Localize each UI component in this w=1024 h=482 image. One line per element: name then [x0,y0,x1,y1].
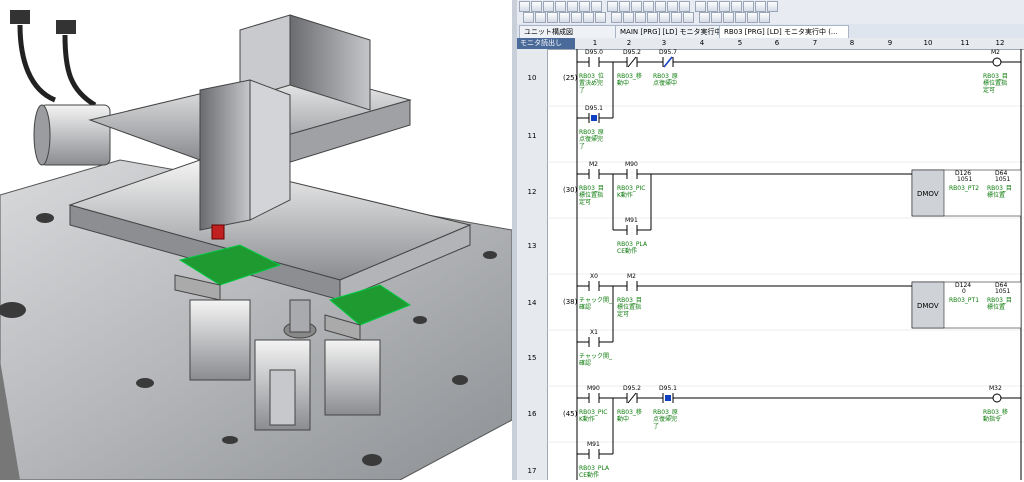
comment: 定可 [579,198,591,206]
grid-lines [547,105,1024,443]
instruction-name: DMOV [917,302,939,310]
contact-x0[interactable]: X0 [588,273,600,291]
instruction-name: DMOV [917,190,939,198]
device-label: M2 [991,49,1000,56]
comment: 標位置指 [579,191,603,199]
comment: RB03_原 [579,129,604,136]
contact-d95-1[interactable]: D95.1 [585,105,603,123]
step-number: (25) [563,74,578,82]
comment: 標位置 [987,191,1005,199]
device-label: D95.2 [623,49,641,56]
comment: RB03_目 [987,297,1012,304]
step-number: (45) [563,410,578,418]
comment: RB03_PIC [579,409,608,416]
contact-d95-0[interactable]: D95.0 [585,49,603,67]
comment: RB03_目 [617,297,642,304]
comment: 動中 [617,415,629,423]
device-value: 1051 [995,176,1010,183]
comment: 了 [579,143,585,150]
device-label: M91 [587,441,600,448]
contact-m2[interactable]: M2 [626,273,638,291]
device-label: X0 [590,273,598,280]
comment: RB03_目 [579,185,604,192]
comment: 了 [653,423,659,430]
comment: RB03_PIC [617,185,646,192]
comment: 標位置指 [617,303,641,311]
device-label: D95.1 [659,385,677,392]
step-number: (38) [563,298,578,306]
comment: 点復帰中 [653,79,677,87]
device-label: D95.0 [585,49,603,56]
cad-3d-view[interactable] [0,0,513,481]
device-value: 0 [962,288,966,295]
comment: 動指令 [983,415,1001,423]
comment: CE動作 [617,247,637,255]
contact-m91[interactable]: M91 [587,441,600,459]
device-label: X1 [590,329,598,336]
device-label: D95.2 [623,385,641,392]
contact-m2[interactable]: M2 [588,161,600,179]
comment: チャック開_ [579,353,613,360]
device-label: M2 [589,161,598,168]
coil-m32[interactable]: M32 [989,385,1002,403]
comment: RB03_位 [579,72,604,80]
comment: RB03_移 [983,408,1008,416]
contact-m90[interactable]: M90 [625,161,638,179]
comment: RB03_PLA [617,241,648,248]
comment: 標位置指 [983,79,1007,87]
comment: RB03_移 [617,72,642,80]
comment: RB03_原 [653,409,678,416]
dmov-instruction-2[interactable]: DMOV D124 0 D64 1051 RB03_PT1 RB03_目 標位置 [911,281,1022,329]
comment: RB03_PT1 [949,297,979,304]
coil-m2[interactable]: M2 [991,49,1002,67]
comment: 点復帰完 [653,415,677,423]
contact-d95-7[interactable]: D95.7 [659,49,677,68]
device-label: M91 [625,217,638,224]
comment: 動中 [617,79,629,87]
ladder-editor-window: ユニット構成図 MAIN [PRG] [LD] モニタ実行中 (... RB03… [517,0,1024,480]
comment: 定可 [617,310,629,318]
comment: CE動作 [579,471,599,479]
device-value: 1051 [995,288,1010,295]
comment: RB03_目 [987,185,1012,192]
device-value: 1051 [957,176,972,183]
device-label: M90 [625,161,638,168]
comment: 点復帰完 [579,135,603,143]
comment: 置決め完 [579,79,603,87]
step-number: (30) [563,186,578,194]
comment: RB03_PT2 [949,185,979,192]
comment: 確認 [579,303,591,311]
device-label: M90 [587,385,600,392]
contact-x1[interactable]: X1 [588,329,600,347]
device-label: D95.7 [659,49,677,56]
comment: RB03_目 [983,73,1008,80]
contact-d95-2[interactable]: D95.2 [623,385,641,404]
contact-m91[interactable]: M91 [625,217,638,235]
comment: RB03_移 [617,408,642,416]
comment: 標位置 [987,303,1005,311]
comment: 確認 [579,359,591,367]
comment: 了 [579,87,585,94]
comment: RB03_PLA [579,465,610,472]
ladder-diagram[interactable]: (25) D95.0 D95.2 D95.7 M2 RB03_位 置決め完 了 … [517,0,1024,480]
comment: チャック開_ [579,297,613,304]
device-label: M32 [989,385,1002,392]
contact-m90[interactable]: M90 [587,385,600,403]
robot-model-drawing [0,10,513,481]
contact-d95-2[interactable]: D95.2 [623,49,641,68]
comment: RB03_原 [653,73,678,80]
comment: K動作 [579,415,595,423]
dmov-instruction-1[interactable]: DMOV D126 1051 D64 1051 RB03_PT2 RB03_目 … [911,169,1022,217]
contact-d95-1[interactable]: D95.1 [659,385,677,403]
comment: 定可 [983,86,995,94]
device-label: D95.1 [585,105,603,112]
comment: K動作 [617,191,633,199]
device-label: M2 [627,273,636,280]
